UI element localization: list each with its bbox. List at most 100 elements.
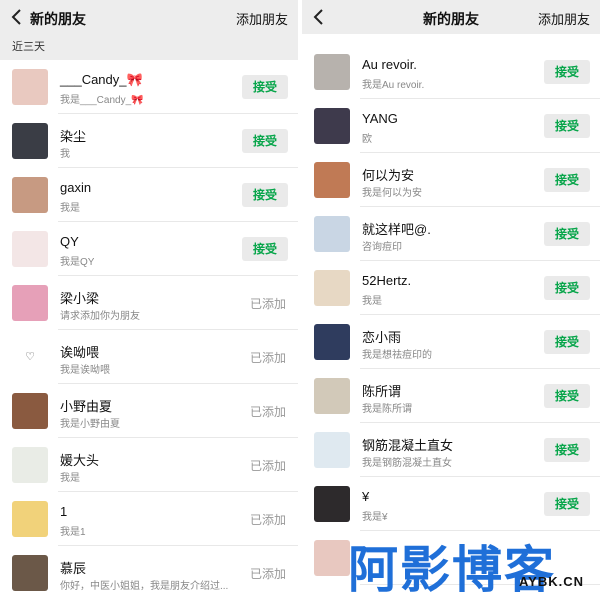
- request-message: 我是Au revoir.: [362, 80, 425, 91]
- request-message: 我是何以为安: [362, 188, 422, 199]
- contact-name: 何以为安: [362, 168, 415, 183]
- contact-name: 恋小雨: [362, 330, 402, 345]
- contact-name: 媛大头: [60, 453, 100, 468]
- avatar[interactable]: [12, 231, 48, 267]
- accept-button[interactable]: 接受: [544, 276, 590, 300]
- request-message: 我是QY: [60, 257, 95, 268]
- accept-button[interactable]: 接受: [242, 129, 288, 153]
- accept-button[interactable]: 接受: [242, 183, 288, 207]
- friend-request-row[interactable]: 52Hertz. 我是 接受: [302, 261, 600, 315]
- contact-name: 小野由夏: [60, 399, 113, 414]
- accept-button[interactable]: 接受: [544, 168, 590, 192]
- avatar[interactable]: [314, 432, 350, 468]
- accept-button[interactable]: 接受: [544, 384, 590, 408]
- avatar[interactable]: [314, 324, 350, 360]
- friend-request-row[interactable]: 慕辰 你好，中医小姐姐，我是朋友介绍过... 已添加: [0, 546, 298, 599]
- friend-request-row[interactable]: 染尘我 接受: [0, 114, 298, 168]
- request-message: 我是___Candy_🎀: [60, 95, 144, 106]
- avatar[interactable]: [314, 486, 350, 522]
- friend-request-row[interactable]: Au revoir. 我是Au revoir. 接受: [302, 45, 600, 99]
- avatar[interactable]: [314, 54, 350, 90]
- contact-name: 诶呦喂: [60, 345, 100, 360]
- friend-request-row[interactable]: 1 我是1 已添加: [0, 492, 298, 546]
- avatar[interactable]: [314, 162, 350, 198]
- add-friend-button[interactable]: 添加朋友: [236, 9, 288, 28]
- accept-button[interactable]: 接受: [544, 114, 590, 138]
- request-message: 请求添加你为朋友: [60, 311, 140, 322]
- page-title: 新的朋友: [30, 11, 86, 27]
- back-icon[interactable]: [10, 8, 24, 26]
- contact-name: ¥: [362, 489, 370, 504]
- header: 新的朋友 添加朋友: [302, 0, 600, 34]
- contact-name: 1: [60, 504, 68, 519]
- friend-request-row[interactable]: 恋小雨我是想祛痘印的 接受: [302, 315, 600, 369]
- friend-request-row[interactable]: 媛大头 我是 已添加: [0, 438, 298, 492]
- avatar[interactable]: [314, 270, 350, 306]
- friend-request-row[interactable]: YANG 欧 接受: [302, 99, 600, 153]
- friend-request-row[interactable]: QY 我是QY 接受: [0, 222, 298, 276]
- contact-name: 染尘: [60, 129, 87, 144]
- watermark-domain: AYBK.CN: [518, 574, 584, 589]
- contact-name: 就这样吧@.: [362, 222, 431, 237]
- contact-name: ___Candy_🎀: [60, 72, 143, 87]
- request-message: 我是1: [60, 527, 86, 538]
- request-message: 我是钢筋混凝土直女: [362, 458, 452, 469]
- added-status: 已添加: [249, 351, 286, 365]
- friend-request-row[interactable]: 梁小梁 请求添加你为朋友 已添加: [0, 276, 298, 330]
- avatar[interactable]: [12, 447, 48, 483]
- contact-name: gaxin: [60, 180, 92, 195]
- avatar[interactable]: [314, 540, 350, 576]
- added-status: 已添加: [249, 297, 286, 311]
- friend-request-row[interactable]: ♡ 诶呦喂 我是诶呦喂 已添加: [0, 330, 298, 384]
- friend-request-row[interactable]: 陈所谓我是陈所谓 接受: [302, 369, 600, 423]
- contact-name: 陈所谓: [362, 384, 402, 399]
- request-message: 你好，中医小姐姐，我是朋友介绍过...: [60, 581, 229, 592]
- accept-button[interactable]: 接受: [242, 237, 288, 261]
- friend-request-list: ___Candy_🎀 我是___Candy_🎀 接受 染尘我接受 gaxin 我是 接受 QY…: [0, 60, 298, 599]
- accept-button[interactable]: 接受: [544, 492, 590, 516]
- request-message: 我是想祛痘印的: [362, 350, 432, 361]
- request-message: 我是陈所谓: [362, 404, 412, 415]
- contact-name: 52Hertz.: [362, 273, 412, 288]
- accept-button[interactable]: 接受: [544, 60, 590, 84]
- avatar[interactable]: [314, 216, 350, 252]
- avatar[interactable]: [314, 108, 350, 144]
- contact-name: 钢筋混凝土直女: [362, 438, 454, 453]
- avatar[interactable]: [314, 378, 350, 414]
- contact-name: 慕辰: [60, 561, 87, 576]
- section-label: 近三天: [0, 34, 298, 60]
- accept-button[interactable]: 接受: [544, 438, 590, 462]
- friend-request-row[interactable]: 就这样吧@. 咨询痘印 接受: [302, 207, 600, 261]
- contact-name: Au revoir.: [362, 57, 417, 72]
- accept-button[interactable]: 接受: [544, 330, 590, 354]
- avatar[interactable]: [12, 285, 48, 321]
- added-status: 已添加: [249, 405, 286, 419]
- avatar[interactable]: [12, 393, 48, 429]
- right-screen: 新的朋友 添加朋友 Au revoir. 我是Au revoir. 接受 YANG 欧接…: [302, 0, 600, 599]
- friend-request-row[interactable]: gaxin 我是 接受: [0, 168, 298, 222]
- friend-request-list: Au revoir. 我是Au revoir. 接受 YANG 欧接受 何以为安 我是何以为…: [302, 45, 600, 585]
- added-status: 已添加: [249, 513, 286, 527]
- contact-name: YANG: [362, 111, 398, 126]
- avatar[interactable]: [12, 501, 48, 537]
- request-message: 我是¥: [362, 512, 388, 523]
- avatar[interactable]: ♡: [12, 339, 48, 375]
- avatar[interactable]: [12, 69, 48, 105]
- friend-request-row[interactable]: 何以为安我是何以为安 接受: [302, 153, 600, 207]
- accept-button[interactable]: 接受: [544, 222, 590, 246]
- avatar[interactable]: [12, 177, 48, 213]
- watermark-logo: 阿影博客 AYBK.CN: [348, 530, 588, 599]
- heart-icon: ♡: [25, 351, 35, 363]
- add-friend-button[interactable]: 添加朋友: [538, 9, 590, 28]
- request-message: 我是: [60, 473, 80, 484]
- request-message: 咨询痘印: [362, 242, 402, 253]
- friend-request-row[interactable]: 钢筋混凝土直女我是钢筋混凝土直女 接受: [302, 423, 600, 477]
- friend-request-row[interactable]: ___Candy_🎀 我是___Candy_🎀 接受: [0, 60, 298, 114]
- friend-request-row[interactable]: ¥ 我是¥ 接受: [302, 477, 600, 531]
- avatar[interactable]: [12, 123, 48, 159]
- request-message: 我: [60, 149, 70, 160]
- avatar[interactable]: [12, 555, 48, 591]
- accept-button[interactable]: 接受: [242, 75, 288, 99]
- friend-request-row[interactable]: 小野由夏 我是小野由夏 已添加: [0, 384, 298, 438]
- request-message: 我是: [362, 296, 382, 307]
